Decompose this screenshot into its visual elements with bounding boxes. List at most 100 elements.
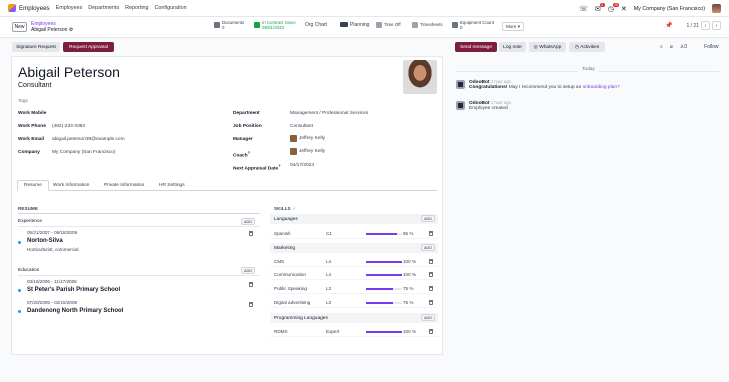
job-title[interactable]: Consultant (18, 82, 51, 89)
smart-button-timesheets[interactable]: Timesheets (412, 22, 443, 35)
follow-button[interactable]: Follow (704, 44, 718, 50)
experience-divider (18, 226, 260, 227)
resume-divider (18, 213, 260, 214)
pager-previous-button[interactable]: ‹ (701, 21, 710, 30)
skill-group-programming: Programming Languages (270, 313, 438, 323)
trash-icon[interactable] (429, 329, 433, 334)
more-dropdown[interactable]: More ▾ (502, 22, 524, 31)
education-add-button[interactable]: ADD (241, 267, 255, 274)
user-avatar[interactable] (712, 4, 721, 13)
equipment-count: 0 (460, 25, 463, 30)
pager-next-button[interactable]: › (712, 21, 721, 30)
menu-configuration[interactable]: Configuration (155, 5, 187, 11)
skill-progress-fill (366, 260, 402, 263)
languages-add-button[interactable]: ADD (421, 215, 435, 222)
work-email-value[interactable]: abigail.peterson39@example.com (52, 137, 125, 142)
activity-badge: 28 (612, 2, 620, 7)
smart-button-org-chart[interactable]: Org Chart (305, 23, 327, 36)
skill-group-languages: Languages (270, 214, 438, 224)
pin-icon[interactable]: 📌 (665, 22, 672, 29)
tags-field[interactable]: Tags (18, 98, 28, 103)
menu-employees[interactable]: Employees (56, 5, 83, 11)
paperclip-icon[interactable]: ⌀ (670, 44, 673, 50)
trash-icon[interactable] (429, 286, 433, 291)
skill-row[interactable]: Public Speaking L3 75 % (270, 284, 438, 294)
planning-icon (340, 22, 348, 27)
smart-button-contract[interactable]: In Contract Since 09/01/2023 (254, 20, 296, 33)
log-note-button[interactable]: Log note (499, 42, 526, 52)
skill-group-name: Marketing (274, 245, 296, 251)
education-org-2[interactable]: Dandenong North Primary School (27, 308, 123, 314)
skill-percent: 100 % (403, 329, 417, 334)
trash-icon[interactable] (429, 272, 433, 277)
experience-add-button[interactable]: ADD (241, 218, 255, 225)
tab-private-information[interactable]: Private Information (98, 180, 150, 191)
trash-icon[interactable] (429, 300, 433, 305)
contract-date: 09/01/2023 (262, 25, 284, 30)
trash-icon[interactable] (249, 231, 253, 236)
skill-percent: 75 % (403, 286, 414, 291)
coach-value[interactable]: Jeffrey Kelly (290, 148, 325, 155)
phone-icon[interactable]: ☏ (579, 5, 588, 13)
message-text: May I recommend you to setup an (508, 85, 582, 90)
odoobot-avatar[interactable] (456, 80, 465, 89)
timeline-dot (18, 289, 21, 292)
tab-work-information[interactable]: Work Information (47, 180, 95, 191)
education-divider (18, 275, 260, 276)
trash-icon[interactable] (429, 231, 433, 236)
company-value[interactable]: My Company (San Francisco) (52, 150, 115, 155)
employee-photo[interactable] (403, 60, 437, 94)
smart-button-documents[interactable]: Documents 0 (214, 20, 244, 33)
trash-icon[interactable] (249, 302, 253, 307)
skill-row[interactable]: Digital advertising L3 75 % (270, 298, 438, 308)
app-name[interactable]: Employees (19, 5, 50, 12)
smart-button-planning[interactable]: Planning (340, 22, 369, 35)
next-appraisal-value[interactable]: 04/17/2024 (290, 163, 314, 168)
gear-icon[interactable]: ⚙ (69, 27, 73, 33)
tab-resume[interactable]: Resume (17, 180, 49, 191)
chat-icon[interactable]: ✉ 5 (595, 2, 605, 13)
new-button[interactable]: New (12, 22, 27, 32)
employee-name[interactable]: Abigail Peterson (18, 64, 120, 80)
company-switcher[interactable]: My Company (San Francisco) (634, 6, 705, 12)
request-appraisal-button[interactable]: Request Appraisal (63, 42, 114, 52)
skill-row[interactable]: Spanish C1 85 % (270, 229, 438, 239)
pager-value[interactable]: 1 / 21 (686, 23, 699, 29)
search-icon[interactable]: ⌕ (660, 44, 663, 50)
debug-icon[interactable]: ✕ (621, 5, 627, 13)
onboarding-plan-link[interactable]: onboarding plan? (583, 85, 620, 90)
experience-org[interactable]: Norton-Silva (27, 238, 63, 244)
menu-departments[interactable]: Departments (88, 5, 119, 11)
programming-add-button[interactable]: ADD (421, 314, 435, 321)
skills-title-text: SKILLS (274, 206, 291, 211)
marketing-add-button[interactable]: ADD (421, 244, 435, 251)
manager-value[interactable]: Jeffrey Kelly (290, 135, 325, 142)
skill-group-name: Programming Languages (274, 315, 328, 321)
message-text: Employee created (469, 106, 508, 111)
experience-dates: 05/21/2007 - 06/18/2009 (27, 230, 78, 235)
job-position-value[interactable]: Consultant (290, 124, 313, 129)
activity-icon[interactable]: ◷ 28 (608, 2, 620, 13)
skill-row[interactable]: Communication L4 100 % (270, 270, 438, 280)
trash-icon[interactable] (249, 282, 253, 287)
smart-button-equipment[interactable]: Equipment Count 0 (452, 20, 494, 33)
work-phone-value[interactable]: (482)-233-3393 (52, 124, 85, 129)
odoobot-avatar[interactable] (456, 101, 465, 110)
signature-request-button[interactable]: Signature Request (12, 42, 60, 52)
education-org-1[interactable]: St Peter's Parish Primary School (27, 287, 120, 293)
smart-button-time-off[interactable]: Time Off (376, 22, 401, 35)
skill-row[interactable]: RDMS Expert 100 % (270, 327, 438, 337)
menu-reporting[interactable]: Reporting (125, 5, 148, 11)
skill-progress-bar (366, 330, 402, 333)
department-value[interactable]: Management / Professional Services (290, 111, 368, 116)
manager-label: Manager (233, 137, 253, 142)
activities-button[interactable]: ◷ Activities (569, 42, 605, 52)
work-email-label: Work Email (18, 137, 45, 142)
skill-row[interactable]: CMS L4 100 % (270, 257, 438, 267)
whatsapp-button[interactable]: ◎ WhatsApp (529, 42, 566, 52)
send-message-button[interactable]: Send message (455, 42, 497, 52)
tab-hr-settings[interactable]: HR Settings (153, 180, 191, 191)
trash-icon[interactable] (429, 259, 433, 264)
followers-icon[interactable]: ♙0 (680, 44, 687, 50)
employees-app-icon[interactable] (8, 4, 16, 12)
